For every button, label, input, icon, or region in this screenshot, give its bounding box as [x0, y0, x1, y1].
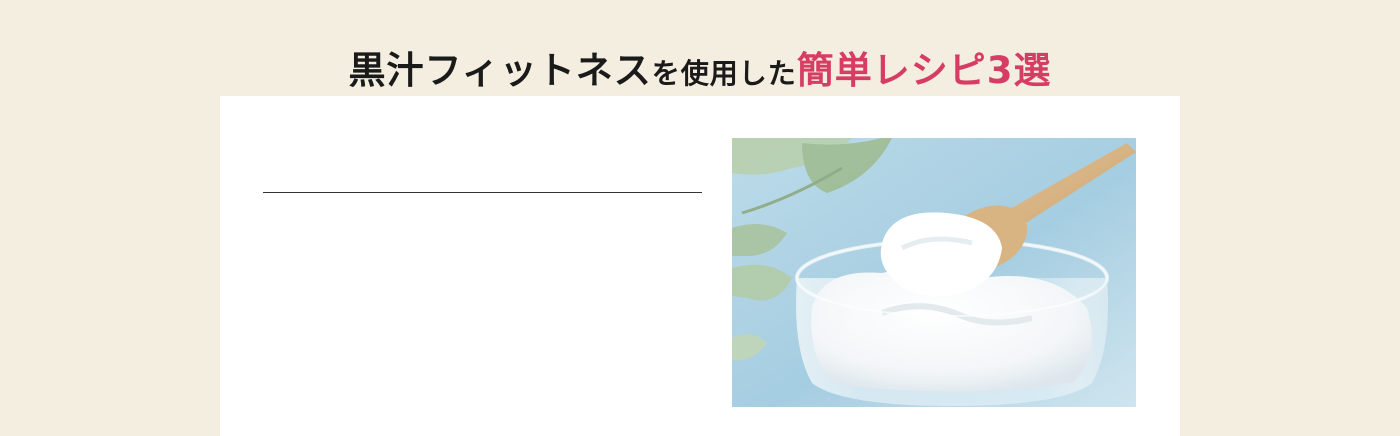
heading-product-name: 黒汁フィットネス — [348, 49, 652, 93]
yogurt-photo — [732, 138, 1136, 407]
heading-connector: を使用した — [651, 57, 797, 91]
recipe-card — [220, 96, 1180, 436]
heading-highlight: 簡単レシピ3選 — [796, 49, 1052, 93]
section-heading: 黒汁フィットネスを使用した簡単レシピ3選 — [0, 47, 1400, 98]
divider-line — [263, 192, 702, 193]
